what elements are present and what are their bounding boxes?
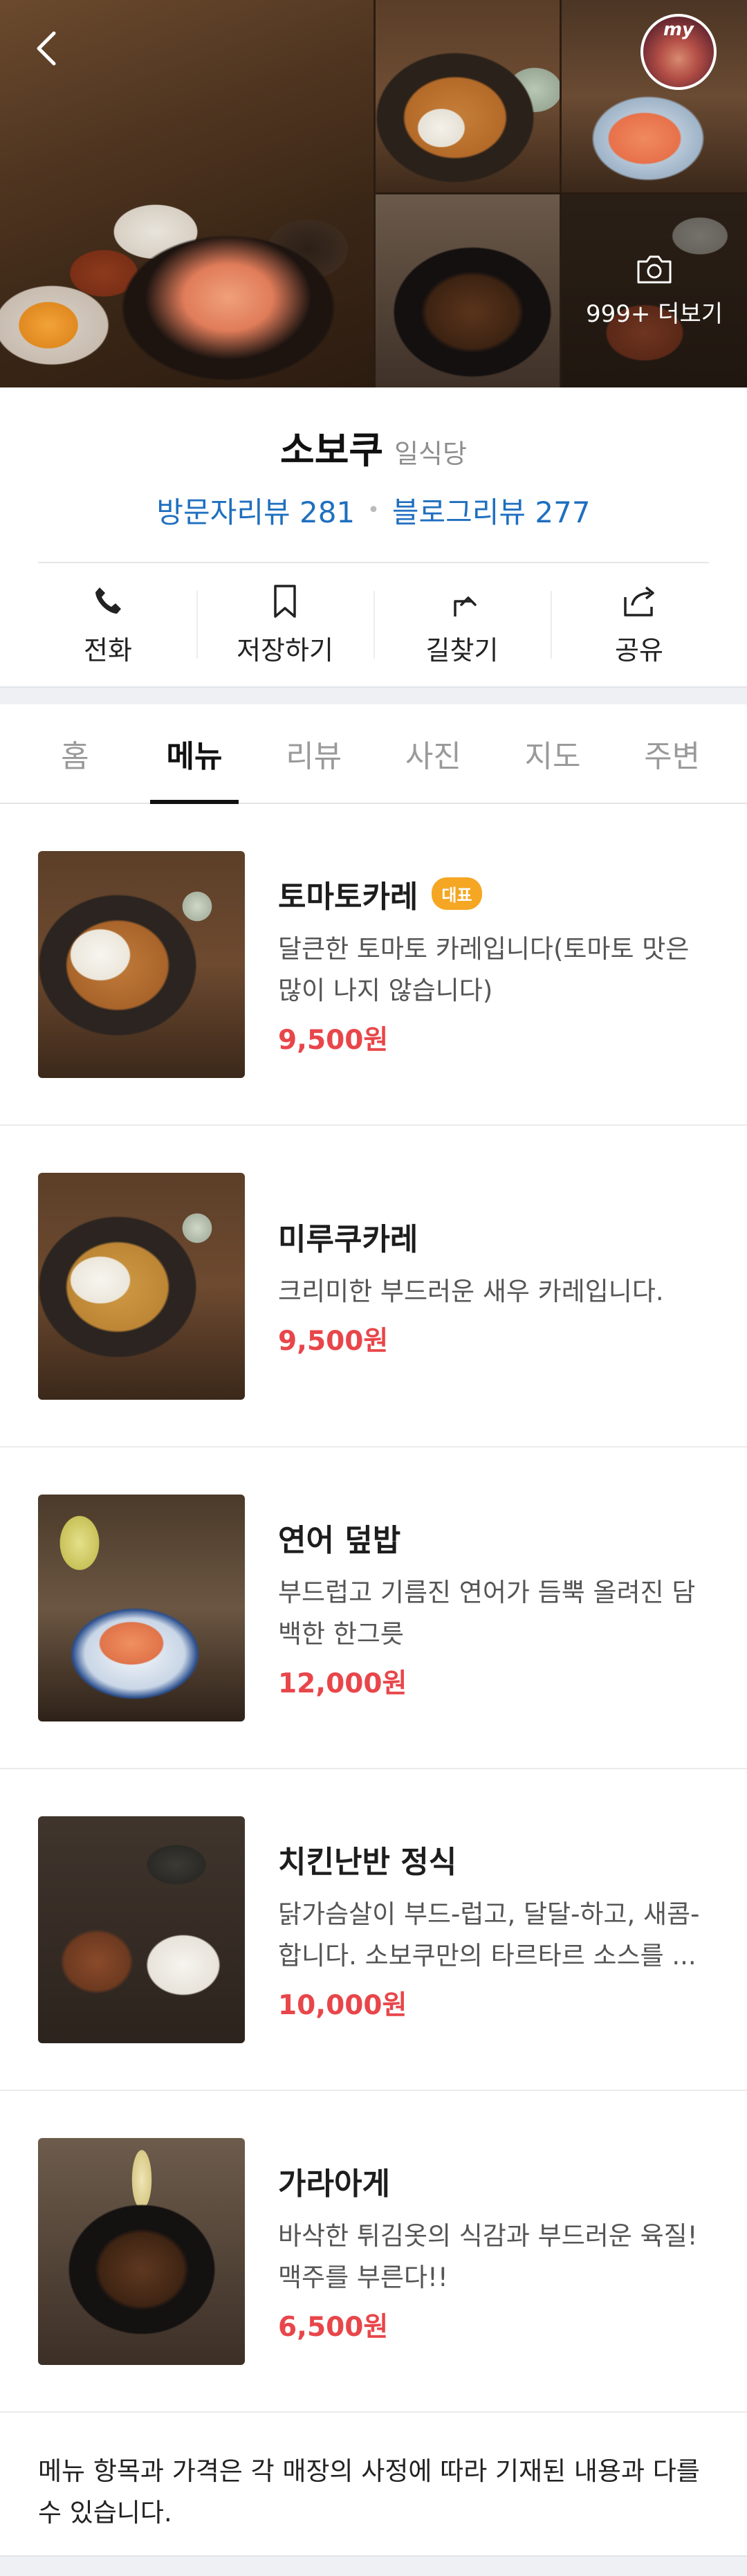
signature-badge: 대표	[432, 877, 482, 910]
camera-icon	[637, 255, 672, 284]
menu-name: 토마토카레	[278, 879, 418, 915]
tab-reviews[interactable]: 리뷰	[254, 704, 374, 803]
my-profile-badge[interactable]: my	[640, 14, 717, 90]
call-label: 전화	[84, 634, 132, 666]
directions-button[interactable]: 길찾기	[374, 563, 551, 686]
separator-dot: •	[367, 498, 380, 522]
menu-name: 연어 덮밥	[278, 1522, 401, 1558]
menu-price: 9,500원	[278, 1325, 389, 1357]
photo-gallery: my 999+ 더보기	[0, 0, 747, 387]
menu-name: 치킨난반 정식	[278, 1844, 457, 1880]
bookmark-icon	[274, 584, 296, 618]
save-button[interactable]: 저장하기	[196, 563, 374, 686]
share-icon	[624, 586, 654, 616]
place-category: 일식당	[394, 439, 467, 469]
menu-name: 가라아게	[278, 2166, 390, 2202]
visitor-reviews-link[interactable]: 방문자리뷰 281	[156, 489, 355, 531]
menu-price: 10,000원	[278, 1989, 407, 2021]
place-info: 소보쿠 일식당 방문자리뷰 281 • 블로그리뷰 277	[0, 387, 747, 531]
photo-thumbnail[interactable]	[376, 0, 560, 192]
menu-photo	[38, 1816, 245, 2043]
save-label: 저장하기	[237, 634, 333, 666]
menu-description: 달큰한 토마토 카레입니다(토마토 맛은 많이 나지 않습니다)	[278, 933, 690, 1005]
menu-photo	[38, 850, 245, 1078]
menu-description: 부드럽고 기름진 연어가 듬뿍 올려진 담백한 한그릇	[278, 1577, 696, 1649]
menu-photo	[38, 1494, 245, 1721]
menu-list: 토마토카레 대표 달큰한 토마토 카레입니다(토마토 맛은 많이 나지 않습니다…	[0, 804, 747, 2413]
menu-name: 미루쿠카레	[278, 1221, 418, 1257]
more-photos-label: 999+ 더보기	[585, 300, 723, 328]
menu-price: 9,500원	[278, 1024, 389, 1056]
section-divider	[0, 2555, 747, 2576]
call-button[interactable]: 전화	[19, 563, 196, 686]
menu-photo	[38, 1172, 245, 1400]
tab-menu[interactable]: 메뉴	[135, 704, 255, 804]
phone-icon	[95, 587, 121, 614]
place-name: 소보쿠	[280, 428, 384, 472]
tab-bar: 홈 메뉴 리뷰 사진 지도 주변	[0, 704, 747, 804]
menu-item[interactable]: 치킨난반 정식 닭가슴살이 부드-럽고, 달달-하고, 새콤-합니다. 소보쿠만…	[0, 1769, 747, 2091]
share-button[interactable]: 공유	[551, 563, 728, 686]
menu-description: 바삭한 튀김옷의 식감과 부드러운 육질! 맥주를 부른다!!	[278, 2220, 698, 2292]
directions-icon	[454, 596, 477, 616]
more-photos-button[interactable]: 999+ 더보기	[562, 194, 747, 387]
my-badge-label: my	[663, 19, 694, 40]
tab-home[interactable]: 홈	[15, 704, 135, 803]
menu-description: 크리미한 부드러운 새우 카레입니다.	[278, 1276, 664, 1306]
tab-nearby[interactable]: 주변	[612, 704, 732, 803]
menu-item[interactable]: 토마토카레 대표 달큰한 토마토 카레입니다(토마토 맛은 많이 나지 않습니다…	[0, 804, 747, 1126]
photo-thumbnail[interactable]	[376, 194, 560, 387]
menu-item[interactable]: 연어 덮밥 부드럽고 기름진 연어가 듬뿍 올려진 담백한 한그릇 12,000…	[0, 1447, 747, 1769]
menu-disclaimer: 메뉴 항목과 가격은 각 매장의 사정에 따라 기재된 내용과 다를 수 있습니…	[38, 2456, 700, 2528]
action-bar: 전화 저장하기 길찾기 공유	[19, 563, 728, 686]
directions-label: 길찾기	[425, 634, 499, 666]
menu-description: 닭가슴살이 부드-럽고, 달달-하고, 새콤-합니다. 소보쿠만의 타르타르 소…	[278, 1899, 700, 1971]
chevron-left-icon	[37, 31, 56, 66]
back-button[interactable]	[28, 28, 69, 69]
section-divider	[0, 686, 747, 704]
share-label: 공유	[615, 634, 663, 666]
menu-price: 6,500원	[278, 2311, 389, 2343]
tab-photos[interactable]: 사진	[374, 704, 493, 803]
menu-item[interactable]: 가라아게 바삭한 튀김옷의 식감과 부드러운 육질! 맥주를 부른다!! 6,5…	[0, 2091, 747, 2413]
menu-price: 12,000원	[278, 1668, 407, 1699]
tab-map[interactable]: 지도	[493, 704, 613, 803]
menu-item[interactable]: 미루쿠카레 크리미한 부드러운 새우 카레입니다. 9,500원	[0, 1126, 747, 1447]
blog-reviews-link[interactable]: 블로그리뷰 277	[392, 489, 591, 531]
menu-photo	[38, 2137, 245, 2365]
